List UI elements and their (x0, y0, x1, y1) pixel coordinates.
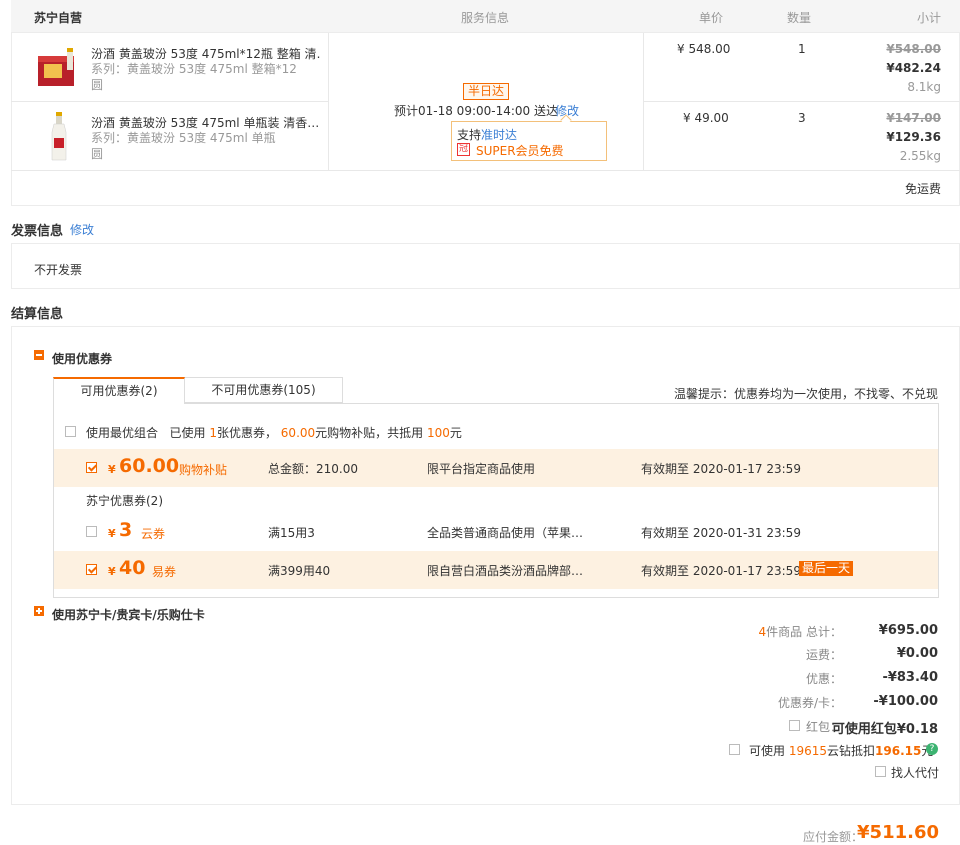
half-day-badge: 半日达 (463, 83, 510, 100)
unit-price: ¥ 548.00 (677, 42, 731, 56)
col-qty: 数量 (787, 11, 812, 25)
coupon-expire: 有效期至 2020-01-17 23:59 (641, 564, 801, 578)
invoice-value: 不开发票 (34, 263, 83, 277)
weight: 8.1kg (907, 80, 941, 94)
summary-discount-label: 优惠： (805, 672, 842, 686)
coupon-yen: ¥ (108, 527, 116, 540)
coupon-yen: ¥ (108, 565, 116, 578)
help-icon[interactable]: ? (926, 743, 938, 755)
tab-available[interactable]: 可用优惠券(2) (53, 377, 185, 404)
product-tag: 圆 (91, 78, 104, 92)
summary-count-label: 4件商品 总计： (758, 625, 842, 639)
coupon-tip: 温馨提示：优惠券均为一次使用，不找零、不兑现 (673, 387, 938, 401)
coupon-expire: 有效期至 2020-01-17 23:59 (641, 462, 801, 476)
invoice-box (11, 243, 960, 289)
coupon-scope: 限自营白酒品类汾酒品牌部… (427, 564, 584, 578)
col-service: 服务信息 (461, 11, 510, 25)
coupon-type: 购物补贴 (179, 463, 228, 477)
coupon-row[interactable]: ¥ 60.00 购物补贴 总金额：210.00 限平台指定商品使用 有效期至 2… (54, 449, 938, 487)
coupon-condition: 满15用3 (268, 526, 315, 540)
coupon-group-title: 苏宁优惠券(2) (86, 494, 163, 508)
coupon-type: 云券 (141, 527, 166, 541)
col-price: 单价 (699, 11, 724, 25)
cloud-diamond-checkbox[interactable] (729, 744, 740, 755)
final-subtotal: ¥129.36 (886, 130, 941, 144)
payable-label: 应付金额： (803, 830, 864, 844)
coupon-amount: 40 (119, 557, 146, 579)
summary-coupon: -¥100.00 (873, 694, 938, 709)
payable-amount: ¥511.60 (857, 822, 939, 843)
product-image-case[interactable] (34, 46, 82, 90)
original-subtotal: ¥548.00 (886, 42, 941, 56)
final-subtotal: ¥482.24 (886, 61, 941, 75)
coupon-scope: 全品类普通商品使用（苹果… (427, 526, 584, 540)
settle-title: 结算信息 (11, 307, 64, 322)
delivery-eta: 预计01-18 09:00-14:00 送达 (394, 104, 558, 118)
invoice-modify-link[interactable]: 修改 (70, 221, 94, 238)
use-coupon-title[interactable]: 使用优惠券 (52, 350, 112, 367)
original-subtotal: ¥147.00 (886, 111, 941, 125)
last-day-badge: 最后一天 (799, 561, 854, 576)
weight: 2.55kg (899, 149, 941, 163)
coupon-amount: 60.00 (119, 455, 180, 477)
summary-coupon-label: 优惠券/卡： (777, 696, 842, 710)
super-member-text: SUPER会员免费 (476, 144, 564, 158)
store-name: 苏宁自营 (34, 11, 83, 25)
invoice-title: 发票信息 (11, 224, 64, 239)
summary-redpack: 可使用红包¥0.18 (831, 722, 938, 737)
product-tag: 圆 (91, 147, 104, 161)
cloud-diamond-text: 可使用 19615云钻抵扣196.15元 (749, 744, 933, 758)
col-subtotal: 小计 (917, 11, 942, 25)
collapse-coupon-icon[interactable] (34, 350, 44, 360)
coupon-type: 易券 (152, 565, 177, 579)
on-time-link[interactable]: 准时达 (481, 128, 517, 142)
proxy-pay-label[interactable]: 找人代付 (891, 764, 939, 781)
coupon-amount: 3 (119, 519, 133, 541)
quantity: 3 (798, 111, 806, 125)
product-series: 系列：黄盖玻汾 53度 475ml 单瓶 (91, 131, 276, 145)
coupon-scope: 限平台指定商品使用 (427, 462, 536, 476)
product-series: 系列：黄盖玻汾 53度 475ml 整箱*12 (91, 62, 297, 76)
summary-discount: -¥83.40 (882, 670, 938, 685)
coupon-expire: 有效期至 2020-01-31 23:59 (641, 526, 801, 540)
product-image-bottle[interactable] (46, 112, 72, 164)
coupon-checkbox[interactable] (86, 462, 97, 473)
coupon-row[interactable]: ¥ 40 易券 满399用40 限自营白酒品类汾酒品牌部… 有效期至 2020-… (54, 551, 938, 589)
tab-unavailable[interactable]: 不可用优惠券(105) (184, 377, 343, 403)
best-combo-text: 使用最优组合 已使用 1张优惠券， 60.00元购物补贴，共抵用 100元 (86, 426, 462, 440)
quantity: 1 (798, 42, 806, 56)
support-text: 支持准时达 (457, 128, 518, 142)
summary-total: ¥695.00 (878, 623, 938, 638)
summary-freight-label: 运费： (805, 648, 842, 662)
coupon-condition: 满399用40 (268, 564, 331, 578)
free-shipping: 免运费 (904, 182, 941, 196)
summary-freight: ¥0.00 (896, 646, 938, 661)
unit-price: ¥ 49.00 (683, 111, 729, 125)
best-combo-checkbox[interactable] (65, 426, 76, 437)
redpack-checkbox[interactable] (789, 720, 800, 731)
expand-card-icon[interactable] (34, 606, 44, 616)
coupon-checkbox[interactable] (86, 526, 97, 537)
proxy-pay-checkbox[interactable] (875, 766, 886, 777)
coupon-condition: 总金额：210.00 (268, 462, 358, 476)
super-member-icon: 冠 (457, 143, 470, 156)
use-card-title[interactable]: 使用苏宁卡/贵宾卡/乐购仕卡 (52, 606, 205, 623)
coupon-yen: ¥ (108, 463, 116, 476)
coupon-row[interactable]: ¥ 3 云券 满15用3 全品类普通商品使用（苹果… 有效期至 2020-01-… (54, 513, 938, 551)
coupon-checkbox[interactable] (86, 564, 97, 575)
